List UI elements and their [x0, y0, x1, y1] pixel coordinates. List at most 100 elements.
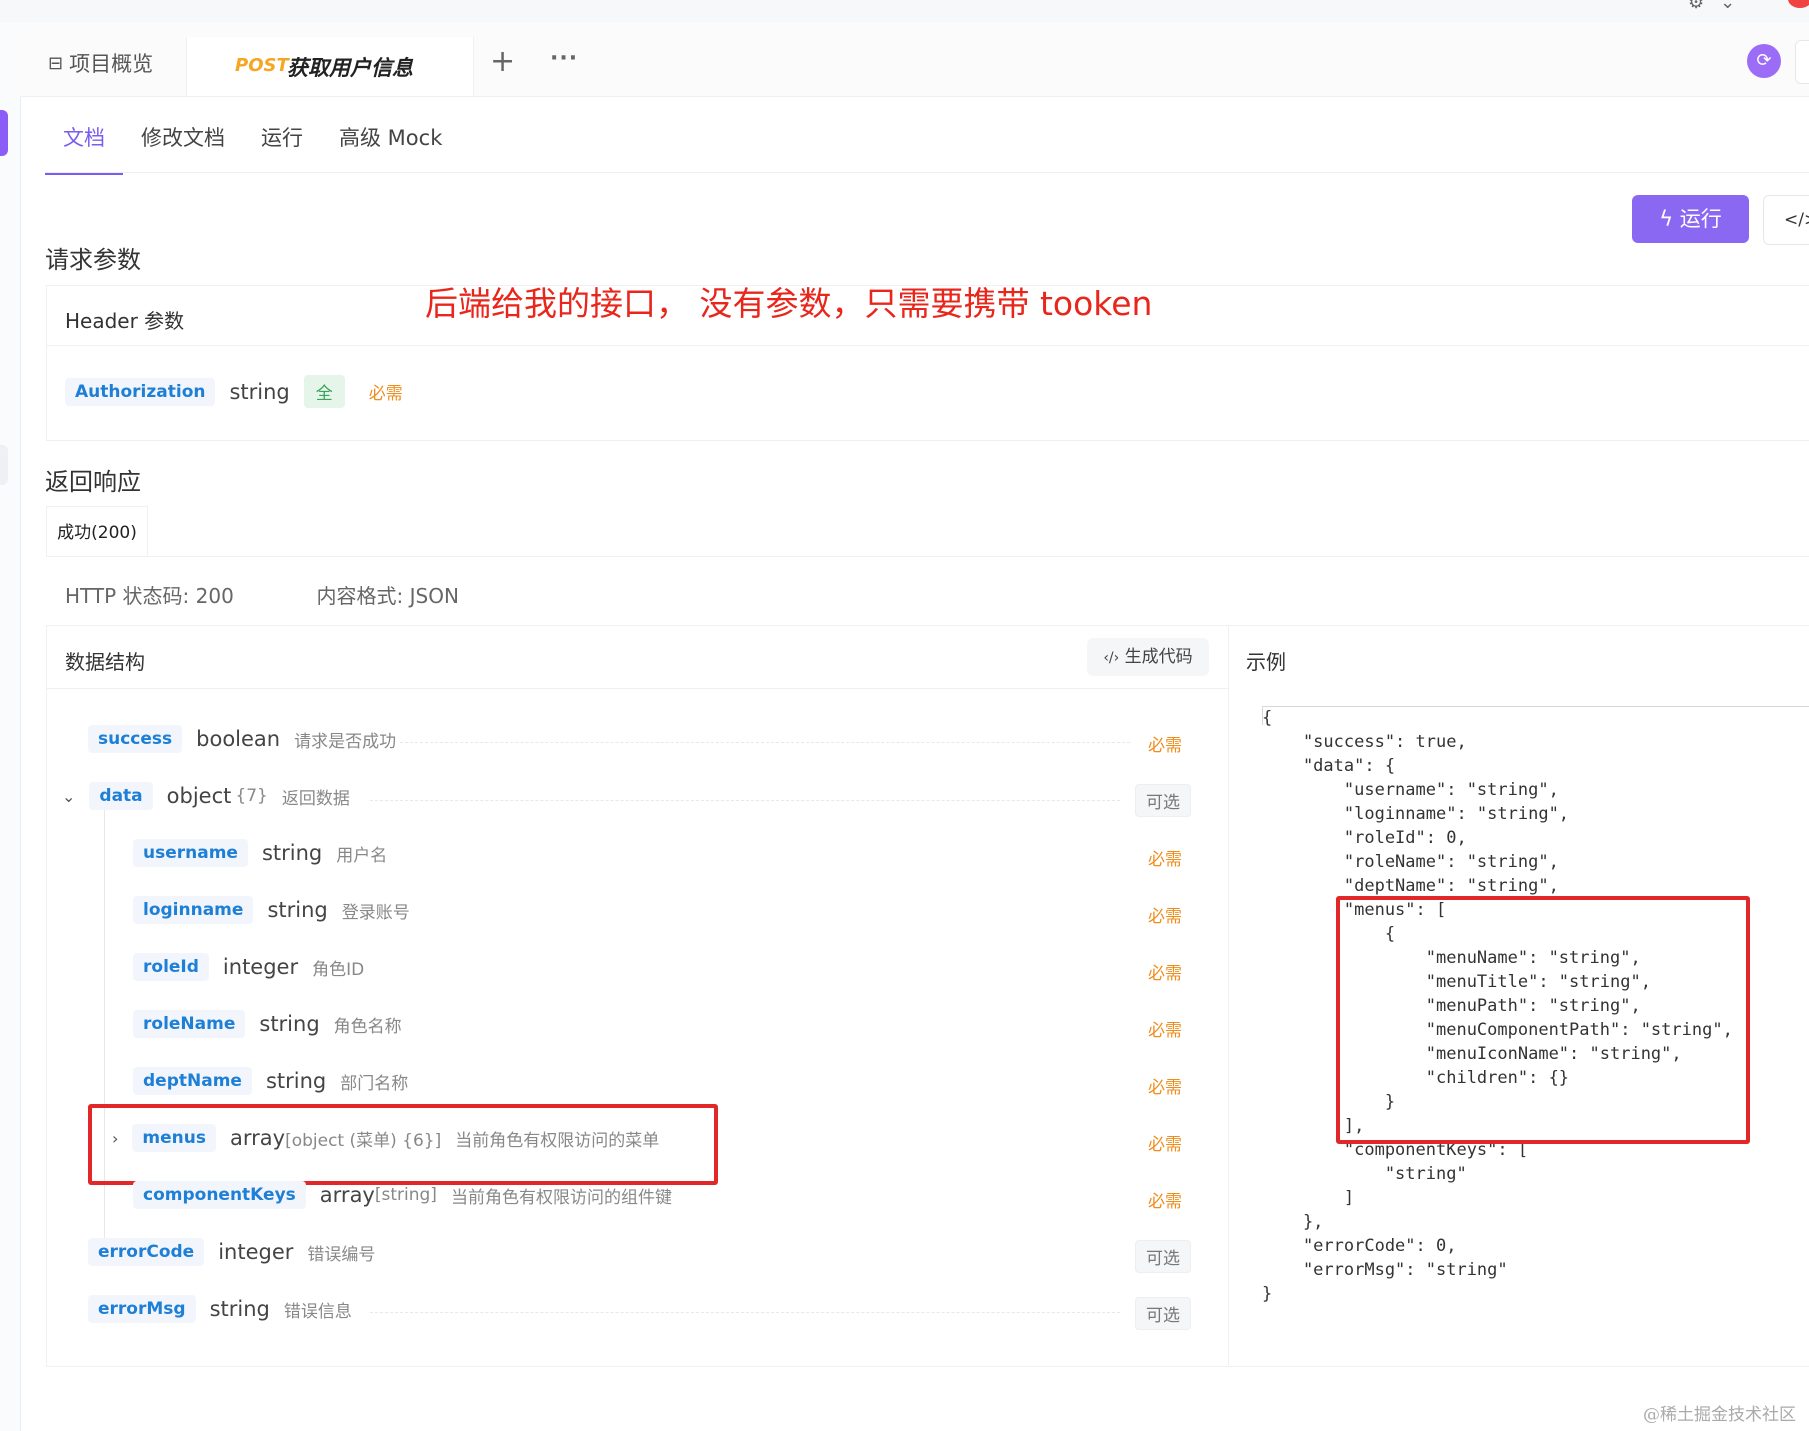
content-type: 内容格式: JSON [316, 584, 459, 608]
lightning-icon: ϟ [1659, 207, 1674, 231]
subtab-doc[interactable]: 文档 [45, 110, 123, 175]
window-top-strip [0, 0, 1809, 23]
field-desc: 请求是否成功 [294, 731, 397, 752]
field-row-errorcode: errorCode integer 错误编号 [88, 1238, 375, 1266]
status-tab-divider [46, 556, 1809, 557]
field-name[interactable]: roleName [133, 1010, 246, 1038]
field-flag: 必需 [1148, 964, 1182, 984]
row-leader [370, 1312, 1120, 1313]
header-params-label: Header 参数 [65, 309, 185, 333]
more-tabs-button[interactable]: ··· [550, 46, 578, 71]
field-type: boolean [196, 727, 281, 751]
field-desc: 用户名 [336, 845, 388, 866]
field-name[interactable]: data [89, 782, 153, 810]
field-flag: 必需 [1148, 1078, 1182, 1098]
param-type: string [229, 379, 290, 404]
header-param-row: Authorization string 全 必需 [65, 375, 403, 408]
field-name[interactable]: errorCode [88, 1238, 205, 1266]
generate-code-label: 生成代码 [1124, 647, 1193, 667]
field-row-componentkeys: componentKeys array [string] 当前角色有权限访问的组… [133, 1181, 672, 1209]
top-toolbar-icons[interactable]: ⚙⌄ [1688, 0, 1751, 13]
field-name[interactable]: errorMsg [88, 1295, 196, 1323]
field-extra: {7} [235, 786, 268, 806]
field-extra: [string] [374, 1185, 437, 1205]
field-name[interactable]: componentKeys [133, 1181, 306, 1209]
generate-code-button[interactable]: ‹/› 生成代码 [1087, 638, 1209, 676]
run-button-label: 运行 [1679, 207, 1722, 231]
subtabs-divider [45, 172, 1809, 173]
field-flag: 必需 [1148, 1192, 1182, 1212]
field-flag: 必需 [1148, 736, 1182, 756]
run-button[interactable]: ϟ 运行 [1632, 195, 1749, 243]
field-type: array [319, 1183, 375, 1207]
tab-api-get-user-info[interactable]: POST 获取用户信息 [186, 37, 474, 96]
field-desc: 错误编号 [307, 1244, 376, 1265]
param-scope-tag: 全 [303, 375, 345, 408]
field-type: string [265, 1069, 327, 1093]
field-name[interactable]: roleId [133, 953, 209, 981]
watermark: @稀土掘金技术社区 [1643, 1405, 1796, 1425]
code-view-button[interactable]: </> [1763, 195, 1809, 245]
field-type: integer [218, 1240, 294, 1264]
field-row-success: success boolean 请求是否成功 [88, 725, 396, 753]
sync-icon[interactable]: ⟳ [1747, 44, 1781, 78]
field-name[interactable]: username [133, 839, 248, 867]
overview-icon: ⊟ [48, 52, 64, 74]
right-panel-toggle[interactable] [1795, 40, 1809, 84]
field-flag: 必需 [1148, 1135, 1182, 1155]
field-name[interactable]: success [88, 725, 183, 753]
field-row-errormsg: errorMsg string 错误信息 [88, 1295, 352, 1323]
menus-highlight-box [88, 1104, 718, 1185]
field-desc: 返回数据 [281, 788, 350, 809]
doc-subtabs: 文档 修改文档 运行 高级 Mock [45, 110, 460, 175]
field-name[interactable]: deptName [133, 1067, 252, 1095]
subtab-run[interactable]: 运行 [243, 110, 321, 175]
data-structure-title: 数据结构 [65, 650, 145, 674]
field-flag: 可选 [1135, 1240, 1191, 1273]
field-type: string [259, 1012, 320, 1036]
api-tab-title: 获取用户信息 [287, 56, 413, 80]
field-type: string [261, 841, 323, 865]
field-type: integer [222, 955, 299, 979]
field-row-rolename: roleName string 角色名称 [133, 1010, 402, 1038]
json-menus-highlight-box [1336, 896, 1750, 1144]
field-type: object [166, 784, 232, 808]
row-leader [400, 742, 1130, 743]
param-name[interactable]: Authorization [65, 377, 216, 406]
field-flag: 可选 [1135, 1297, 1191, 1330]
field-flag: 可选 [1135, 784, 1191, 817]
request-params-title: 请求参数 [45, 246, 141, 274]
param-required: 必需 [368, 384, 403, 404]
field-desc: 角色名称 [333, 1016, 402, 1037]
row-leader [370, 800, 1120, 801]
left-rail-marker[interactable] [0, 445, 8, 485]
http-method-badge: POST [235, 55, 289, 76]
field-desc: 角色ID [312, 959, 365, 980]
field-row-loginname: loginname string 登录账号 [133, 896, 410, 924]
http-status-code: HTTP 状态码: 200 [65, 584, 234, 608]
chevron-down-icon[interactable]: ⌄ [62, 787, 75, 806]
subtab-advanced-mock[interactable]: 高级 Mock [321, 110, 460, 175]
field-row-username: username string 用户名 [133, 839, 387, 867]
annotation-note: 后端给我的接口， 没有参数，只需要携带 tooken [425, 284, 1153, 323]
code-icon: ‹/› [1103, 650, 1120, 666]
status-tab-200[interactable]: 成功(200) [46, 506, 148, 557]
structure-example-divider [1228, 625, 1229, 1365]
field-type: string [267, 898, 328, 922]
field-flag: 必需 [1148, 1021, 1182, 1041]
tab-project-overview[interactable]: ⊟ 项目概览 [48, 48, 153, 78]
field-row-roleid: roleId integer 角色ID [133, 953, 364, 981]
tab-project-overview-label: 项目概览 [69, 52, 154, 76]
response-title: 返回响应 [45, 468, 141, 496]
field-desc: 登录账号 [341, 902, 410, 923]
add-tab-button[interactable]: + [490, 44, 515, 79]
field-name[interactable]: loginname [133, 896, 254, 924]
structure-head-divider [46, 688, 1228, 689]
field-type: string [209, 1297, 270, 1321]
subtab-edit-doc[interactable]: 修改文档 [123, 110, 243, 175]
field-row-deptname: deptName string 部门名称 [133, 1067, 408, 1095]
field-row-data: ⌄ data object {7} 返回数据 [62, 782, 350, 810]
field-desc: 当前角色有权限访问的组件键 [450, 1187, 672, 1208]
left-rail-active-marker[interactable] [0, 110, 8, 156]
example-title: 示例 [1246, 650, 1286, 674]
